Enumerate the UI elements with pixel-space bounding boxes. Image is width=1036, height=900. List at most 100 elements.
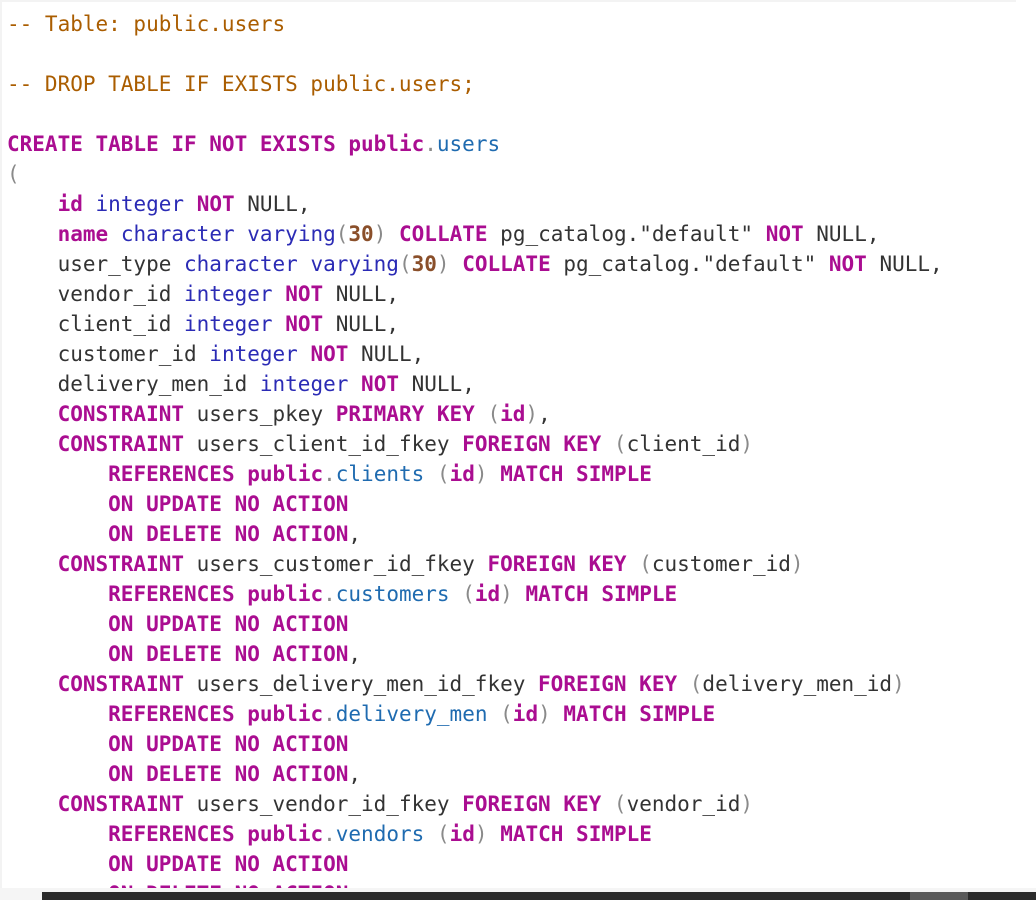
code-token: REFERENCES <box>108 462 235 486</box>
code-token: REFERENCES <box>108 702 235 726</box>
code-token: CONSTRAINT <box>57 792 185 816</box>
code-token: users_delivery_men_id_fkey <box>184 672 539 696</box>
code-token: NULL, <box>234 192 311 216</box>
code-token: users_customer_id_fkey <box>184 552 488 576</box>
code-line: REFERENCES public.delivery_men (id) MATC… <box>7 699 943 729</box>
code-token: integer <box>184 282 273 306</box>
sql-code-block[interactable]: -- Table: public.users -- DROP TABLE IF … <box>7 9 943 900</box>
code-token: users_client_id_fkey <box>184 432 463 456</box>
code-line: CONSTRAINT users_customer_id_fkey FOREIG… <box>7 549 943 579</box>
code-token: ) <box>790 552 804 576</box>
code-token: delivery_men_id <box>7 372 260 396</box>
code-token: ( <box>335 222 349 246</box>
code-token: ( <box>500 702 513 726</box>
code-token: vendor_id <box>626 792 741 816</box>
code-token: MATCH SIMPLE <box>500 462 652 486</box>
code-token: id <box>57 192 83 216</box>
code-token: NOT <box>285 312 324 336</box>
code-token: ON UPDATE NO ACTION <box>108 492 349 516</box>
code-token: users_pkey <box>184 402 336 426</box>
code-token: . <box>323 582 336 606</box>
scrollbar-track[interactable] <box>42 892 1036 900</box>
code-token: FOREIGN KEY <box>487 552 627 576</box>
code-token: integer <box>259 372 349 396</box>
code-line: ON UPDATE NO ACTION <box>7 729 943 759</box>
code-token: NULL, <box>348 342 425 366</box>
code-line: client_id integer NOT NULL, <box>7 309 943 339</box>
code-token: ) <box>892 672 905 696</box>
code-token: pg_catalog."default" <box>487 222 766 246</box>
code-token: vendor_id <box>7 282 185 306</box>
code-token: customer_id <box>651 552 791 576</box>
code-token: user_type <box>7 252 185 276</box>
code-token: ON UPDATE NO ACTION <box>108 852 349 876</box>
code-token: ) <box>740 792 754 816</box>
code-token: CONSTRAINT <box>57 672 185 696</box>
code-token: NOT <box>361 372 399 396</box>
code-line: user_type character varying(30) COLLATE … <box>7 249 943 279</box>
code-token: ( <box>613 792 627 816</box>
code-token: ON DELETE NO ACTION <box>108 522 349 546</box>
code-token: public <box>348 132 425 156</box>
code-line: CONSTRAINT users_pkey PRIMARY KEY (id), <box>7 399 943 429</box>
code-token: NOT <box>310 342 349 366</box>
code-token: clients <box>335 462 425 486</box>
code-token: -- DROP TABLE IF EXISTS public.users; <box>7 72 475 96</box>
code-line: -- Table: public.users <box>7 9 943 39</box>
code-token: NULL, <box>398 372 475 396</box>
code-token: , <box>348 762 362 786</box>
code-line: REFERENCES public.vendors (id) MATCH SIM… <box>7 819 943 849</box>
code-token: MATCH SIMPLE <box>525 582 678 606</box>
code-token: , <box>348 522 362 546</box>
code-token: client_id <box>7 312 185 336</box>
code-token: ) <box>436 252 450 276</box>
code-token: public <box>247 822 324 846</box>
code-token: integer <box>95 192 185 216</box>
code-token: . <box>323 462 336 486</box>
code-token: CONSTRAINT <box>57 432 185 456</box>
code-token: ON UPDATE NO ACTION <box>108 612 349 636</box>
code-token: PRIMARY KEY <box>335 402 475 426</box>
code-token: ON DELETE NO ACTION <box>108 642 349 666</box>
code-token: , <box>538 402 551 426</box>
code-token: ) <box>474 462 488 486</box>
code-line: REFERENCES public.customers (id) MATCH S… <box>7 579 943 609</box>
code-token: . <box>424 132 437 156</box>
code-token: FOREIGN KEY <box>538 672 678 696</box>
code-token: users_vendor_id_fkey <box>184 792 463 816</box>
scrollbar-thumb[interactable] <box>910 892 968 900</box>
code-line: ON UPDATE NO ACTION <box>7 609 943 639</box>
code-token: ( <box>398 252 412 276</box>
code-token: NULL, <box>866 252 943 276</box>
code-line: -- DROP TABLE IF EXISTS public.users; <box>7 69 943 99</box>
code-line: REFERENCES public.clients (id) MATCH SIM… <box>7 459 943 489</box>
code-token: CREATE TABLE IF NOT EXISTS <box>7 132 349 156</box>
code-line: ON DELETE NO ACTION, <box>7 759 943 789</box>
code-token: integer <box>209 342 298 366</box>
code-line: CONSTRAINT users_vendor_id_fkey FOREIGN … <box>7 789 943 819</box>
code-token: public <box>247 582 324 606</box>
code-line: customer_id integer NOT NULL, <box>7 339 943 369</box>
code-token: NULL, <box>323 282 399 306</box>
code-line: CONSTRAINT users_client_id_fkey FOREIGN … <box>7 429 943 459</box>
horizontal-scrollbar[interactable] <box>0 888 1036 900</box>
